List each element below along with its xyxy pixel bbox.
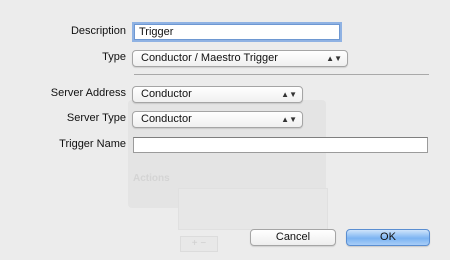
updown-arrows-icon: ▲▼ [281, 115, 297, 124]
server-type-popup[interactable]: Conductor ▲▼ [132, 111, 303, 128]
cancel-button[interactable]: Cancel [250, 229, 336, 246]
server-type-label: Server Type [66, 112, 126, 124]
background-actions-label: Actions [133, 173, 170, 184]
server-address-label: Server Address [50, 87, 126, 99]
type-label: Type [102, 51, 126, 63]
server-type-value: Conductor [141, 113, 192, 125]
type-popup[interactable]: Conductor / Maestro Trigger ▲▼ [132, 50, 348, 67]
updown-arrows-icon: ▲▼ [281, 90, 297, 99]
server-address-value: Conductor [141, 88, 192, 100]
trigger-name-field[interactable] [133, 137, 428, 153]
background-actions-list [178, 188, 328, 230]
server-address-popup[interactable]: Conductor ▲▼ [132, 86, 303, 103]
separator [134, 74, 429, 75]
background-add-remove: + − [180, 236, 218, 252]
type-popup-value: Conductor / Maestro Trigger [141, 52, 278, 64]
ok-button[interactable]: OK [346, 229, 430, 246]
trigger-name-label: Trigger Name [59, 138, 126, 150]
description-label: Description [70, 25, 126, 37]
description-field[interactable]: Trigger [134, 24, 340, 40]
updown-arrows-icon: ▲▼ [326, 54, 342, 63]
